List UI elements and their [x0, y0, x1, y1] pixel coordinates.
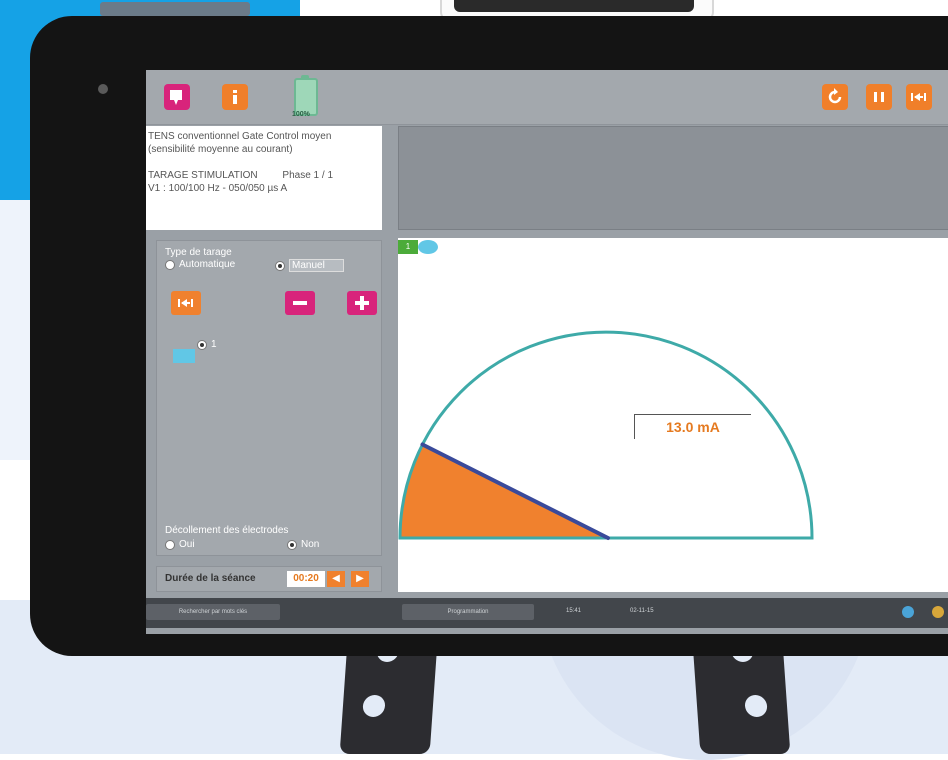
frequency-settings: V1 : 100/100 Hz - 050/050 µs A [148, 183, 288, 194]
background-device-edge [100, 2, 250, 16]
decrease-button[interactable] [285, 291, 315, 315]
radio-button[interactable] [275, 260, 285, 271]
radio-manuel[interactable]: Manuel [275, 259, 344, 272]
radio-oui-label: Oui [179, 539, 195, 550]
radio-automatique[interactable]: Automatique [165, 259, 235, 270]
radio-oui[interactable]: Oui [165, 539, 195, 550]
protocol-title: TENS conventionnel Gate Control moyen [148, 131, 332, 142]
session-duration-label: Durée de la séance [165, 573, 256, 584]
channel-1-selector[interactable]: 1 [197, 339, 217, 350]
tarage-type-title: Type de tarage [165, 247, 232, 258]
intensity-gauge-panel: 1 13.0 mA [398, 238, 948, 592]
radio-automatique-label: Automatique [179, 259, 236, 270]
decollement-title: Décollement des électrodes [165, 525, 289, 536]
duration-increase-button[interactable]: ▶ [351, 571, 369, 587]
stand-hole [744, 695, 768, 717]
top-toolbar: 100% [146, 70, 948, 125]
channel-1-label: 1 [211, 339, 217, 350]
radio-button[interactable] [287, 539, 297, 550]
info-icon[interactable] [222, 84, 248, 110]
status-date: 02-11-15 [630, 608, 654, 614]
phase-label: Phase 1 / 1 [282, 170, 334, 181]
protocol-info-panel: TENS conventionnel Gate Control moyen (s… [146, 126, 382, 230]
battery-level-label: 100% [292, 111, 310, 118]
radio-non[interactable]: Non [287, 539, 319, 550]
increase-button[interactable] [347, 291, 377, 315]
radio-button[interactable] [165, 539, 175, 550]
app-screen: 100% TENS conventionnel Gate Control moy… [146, 70, 948, 634]
radio-non-label: Non [301, 539, 320, 550]
radio-manuel-label: Manuel [289, 259, 344, 272]
radio-button[interactable] [165, 259, 175, 270]
programmation-button[interactable]: Programmation [402, 604, 534, 620]
skip-forward-button[interactable] [171, 291, 201, 315]
tarage-stimulation-label: TARAGE STIMULATION [148, 170, 258, 181]
settings-icon[interactable] [932, 606, 944, 618]
skip-forward-icon[interactable] [906, 84, 932, 110]
session-duration-value: 00:20 [287, 571, 325, 587]
stand-hole [362, 695, 386, 717]
duration-decrease-button[interactable]: ◀ [327, 571, 345, 587]
chat-icon[interactable] [164, 84, 190, 110]
radio-button[interactable] [197, 339, 207, 350]
status-bar: Rechercher par mots clés Programmation 1… [146, 598, 948, 628]
display-gray-panel [398, 126, 948, 230]
camera-icon [98, 84, 108, 94]
protocol-subtitle: (sensibilité moyenne au courant) [148, 144, 293, 155]
channel-1-color-swatch [173, 349, 195, 363]
pause-icon[interactable] [866, 84, 892, 110]
status-time: 15:41 [566, 608, 582, 614]
session-duration-bar: Durée de la séance 00:20 ◀ ▶ [156, 566, 382, 592]
intensity-value: 13.0 mA [634, 414, 751, 439]
search-keywords-button[interactable]: Rechercher par mots clés [146, 604, 280, 620]
stimulation-phase-row: TARAGE STIMULATION Phase 1 / 1 [148, 169, 382, 182]
tarage-panel: Type de tarage Automatique Manuel 1 Déco… [156, 240, 382, 556]
network-icon[interactable] [902, 606, 914, 618]
refresh-icon[interactable] [822, 84, 848, 110]
